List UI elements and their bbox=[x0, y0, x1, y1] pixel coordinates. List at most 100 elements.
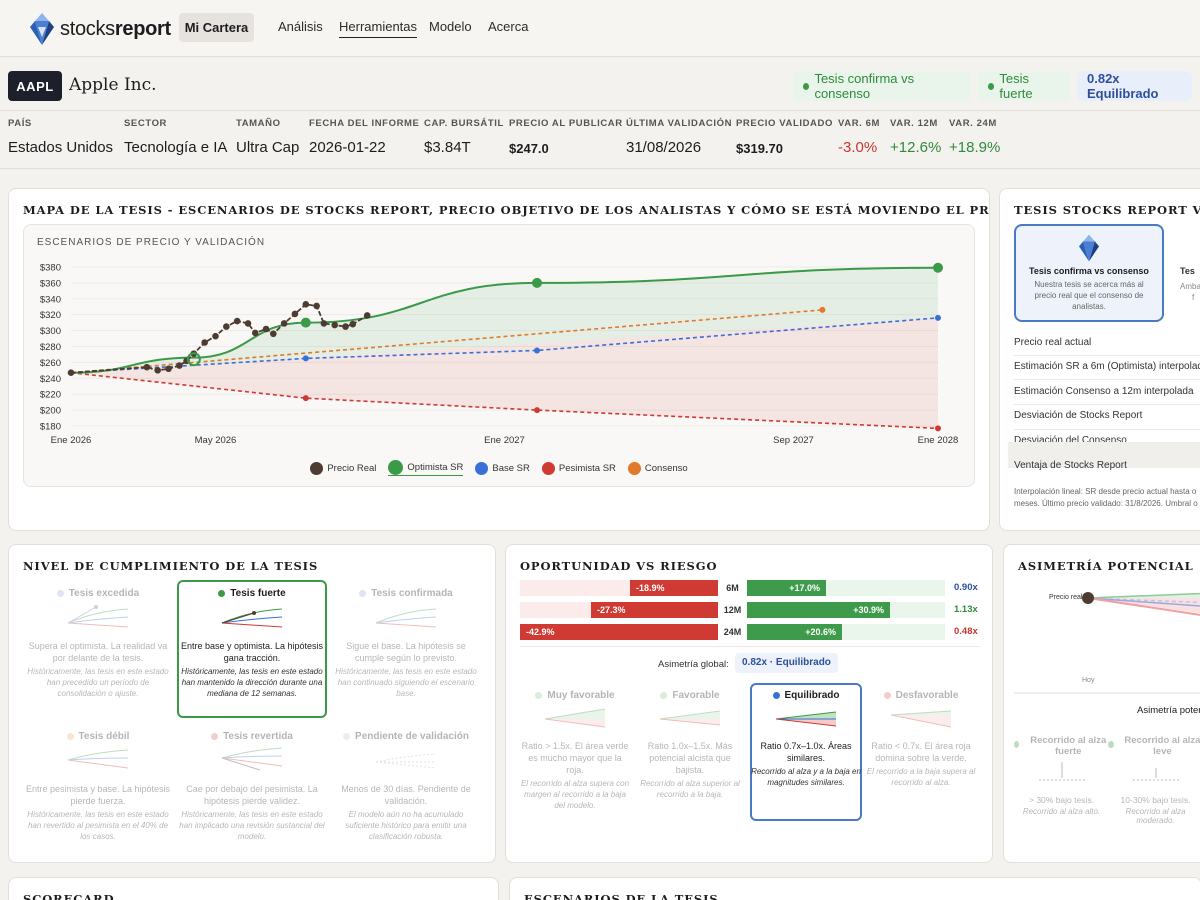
precio-real-point bbox=[280, 320, 288, 327]
status-tesis-revertida[interactable]: Tesis revertida Cae por debajo del pesim… bbox=[177, 731, 327, 843]
meta-var-12m: VAR. 12M +12.6% bbox=[890, 118, 942, 156]
legend-consenso[interactable]: Consenso bbox=[627, 460, 688, 476]
y-tick-label: $280 bbox=[40, 342, 61, 353]
consensus-title: TESIS STOCKS REPORT VS CONSENSO bbox=[1014, 203, 1200, 217]
status-dot-icon bbox=[660, 692, 668, 699]
row-divider bbox=[1014, 404, 1200, 405]
scorecard-title: SCORECARD bbox=[23, 892, 115, 900]
series-marker bbox=[933, 262, 943, 273]
today-label: Hoy bbox=[1082, 677, 1095, 684]
status-dot-icon bbox=[1108, 741, 1114, 748]
status-tesis-confirmada[interactable]: Tesis confirmada Sigue el base. La hipót… bbox=[331, 588, 481, 700]
chart-container: ESCENARIOS DE PRECIO Y VALIDACIÓN $180 $2… bbox=[23, 224, 975, 487]
cons-row-precio-real: Precio real actual bbox=[1014, 337, 1092, 348]
mini-fan-icon bbox=[544, 708, 606, 728]
divider bbox=[520, 646, 980, 647]
series-marker bbox=[302, 355, 309, 362]
meta-fecha: FECHA DEL INFORME 2026-01-22 bbox=[309, 118, 420, 156]
precio-real-point bbox=[363, 312, 371, 319]
legend-base-sr[interactable]: Base SR bbox=[475, 460, 530, 476]
precio-real-point bbox=[251, 329, 259, 337]
y-tick-label: $220 bbox=[40, 390, 61, 401]
precio-real-point bbox=[270, 330, 277, 338]
series-marker bbox=[935, 314, 941, 321]
status-tesis-excedida[interactable]: Tesis excedida Supera el optimista. La r… bbox=[23, 588, 173, 700]
downside-bar: -27.3% bbox=[591, 602, 718, 618]
opp-favorable[interactable]: Favorable Ratio 1.0x–1.5x. Más potencial… bbox=[635, 690, 745, 801]
precio-real-point bbox=[244, 320, 252, 327]
y-tick-label: $180 bbox=[40, 422, 61, 433]
brand-gem-icon bbox=[1079, 234, 1099, 262]
precio-real-point bbox=[320, 320, 328, 327]
mini-arrow-icon bbox=[1038, 761, 1085, 781]
ratio-value: 0.90x bbox=[954, 582, 978, 593]
status-dot-icon bbox=[1014, 741, 1020, 748]
series-marker bbox=[532, 277, 543, 288]
status-dot-icon bbox=[218, 590, 226, 597]
brand-logo[interactable]: stocksreport bbox=[30, 13, 171, 45]
company-name: Apple Inc. bbox=[69, 75, 157, 95]
divider bbox=[0, 168, 1200, 169]
pill-strength: Tesis fuerte bbox=[978, 71, 1070, 101]
thesis-map-title: Mapa de la Tesis - Escenarios de Stocks … bbox=[23, 203, 990, 217]
asym-alza-leve[interactable]: Recorrido al alza leve 10-30% bajo tesis… bbox=[1108, 735, 1200, 825]
nav-mi-cartera[interactable]: Mi Cartera bbox=[179, 13, 254, 42]
precio-real-point bbox=[302, 301, 310, 308]
asymmetry-title: ASIMETRÍA POTENCIAL bbox=[1018, 559, 1194, 573]
x-tick-label: Ene 2028 bbox=[918, 435, 959, 446]
consensus-alt-box[interactable]: Tes Amba f bbox=[1180, 224, 1200, 322]
brand-gem-icon bbox=[30, 13, 54, 45]
mini-fan-icon bbox=[67, 605, 129, 628]
x-tick-label: Ene 2027 bbox=[484, 435, 525, 446]
consensus-status-box[interactable]: Tesis confirma vs consenso Nuestra tesis… bbox=[1014, 224, 1164, 322]
y-tick-label: $380 bbox=[40, 262, 61, 273]
horizon-label: 6M bbox=[726, 583, 739, 593]
precio-real-point bbox=[291, 310, 299, 318]
consensus-footnote: Interpolación lineal: SR desde precio ac… bbox=[1014, 487, 1198, 508]
status-pendiente-validacion[interactable]: Pendiente de validación Menos de 30 días… bbox=[331, 731, 481, 843]
legend-pesimista-sr[interactable]: Pesimista SR bbox=[541, 460, 616, 476]
precio-real-point bbox=[331, 321, 339, 329]
meta-var-24m: VAR. 24M +18.9% bbox=[949, 118, 1001, 156]
nav-acerca[interactable]: Acerca bbox=[488, 19, 528, 34]
consensus-status-desc: Nuestra tesis se acerca más al precio re… bbox=[1034, 280, 1144, 311]
opp-desfavorable[interactable]: Desfavorable Ratio < 0.7x. El área roja … bbox=[866, 690, 976, 789]
status-dot-icon bbox=[359, 590, 367, 597]
precio-real-point bbox=[212, 332, 219, 340]
x-tick-label: May 2026 bbox=[195, 435, 237, 446]
fulfillment-title: NIVEL DE CUMPLIMIENTO DE LA TESIS bbox=[23, 559, 319, 573]
legend-optimista-sr[interactable]: Optimista SR bbox=[388, 460, 464, 476]
nav-analisis[interactable]: Análisis bbox=[278, 19, 323, 34]
downside-bar: -42.9% bbox=[520, 624, 718, 640]
asym-alza-fuerte[interactable]: Recorrido al alza fuerte > 30% bajo tesi… bbox=[1014, 735, 1109, 816]
thesis-map-card: Mapa de la Tesis - Escenarios de Stocks … bbox=[8, 188, 990, 531]
pill-consensus: Tesis confirma vs consenso bbox=[793, 71, 971, 101]
y-tick-label: $240 bbox=[40, 374, 61, 385]
mini-fan-icon bbox=[375, 608, 437, 628]
price-label: Precio real bbox=[1049, 594, 1083, 601]
cons-row-ventaja: Ventaja de Stocks Report bbox=[1014, 460, 1127, 471]
y-tick-label: $340 bbox=[40, 294, 61, 305]
nav-modelo[interactable]: Modelo bbox=[429, 19, 472, 34]
status-dot-icon bbox=[772, 692, 780, 699]
upside-bar: +17.0% bbox=[747, 580, 826, 596]
opp-equilibrado[interactable]: Equilibrado Ratio 0.7x–1.0x. Áreas simil… bbox=[751, 690, 861, 789]
ticker-badge: AAPL bbox=[8, 71, 62, 101]
precio-real-point bbox=[223, 323, 230, 330]
status-tesis-debil[interactable]: Tesis débil Entre pesimista y base. La h… bbox=[23, 731, 173, 843]
asymmetry-card: ASIMETRÍA POTENCIAL Precio real Hoy Asim… bbox=[1003, 544, 1200, 863]
downside-bar: -18.9% bbox=[630, 580, 718, 596]
precio-real-point bbox=[143, 363, 151, 371]
status-tesis-fuerte[interactable]: Tesis fuerte Entre base y optimista. La … bbox=[177, 588, 327, 700]
mini-fan-icon bbox=[375, 753, 437, 769]
consensus-status-title: Tesis confirma vs consenso bbox=[1029, 266, 1149, 276]
opp-muy-favorable[interactable]: Muy favorable Ratio > 1.5x. El área verd… bbox=[520, 690, 630, 812]
legend-precio-real[interactable]: Precio Real bbox=[310, 460, 376, 476]
brand-name: stocksreport bbox=[60, 17, 171, 40]
nav-herramientas[interactable]: Herramientas bbox=[339, 19, 418, 38]
consensus-card: TESIS STOCKS REPORT VS CONSENSO Tesis co… bbox=[999, 188, 1200, 531]
upside-bar: +30.9% bbox=[747, 602, 890, 618]
ratio-value: 1.13x bbox=[954, 604, 978, 615]
y-tick-label: $300 bbox=[40, 326, 61, 337]
mini-fan-icon bbox=[659, 710, 721, 726]
